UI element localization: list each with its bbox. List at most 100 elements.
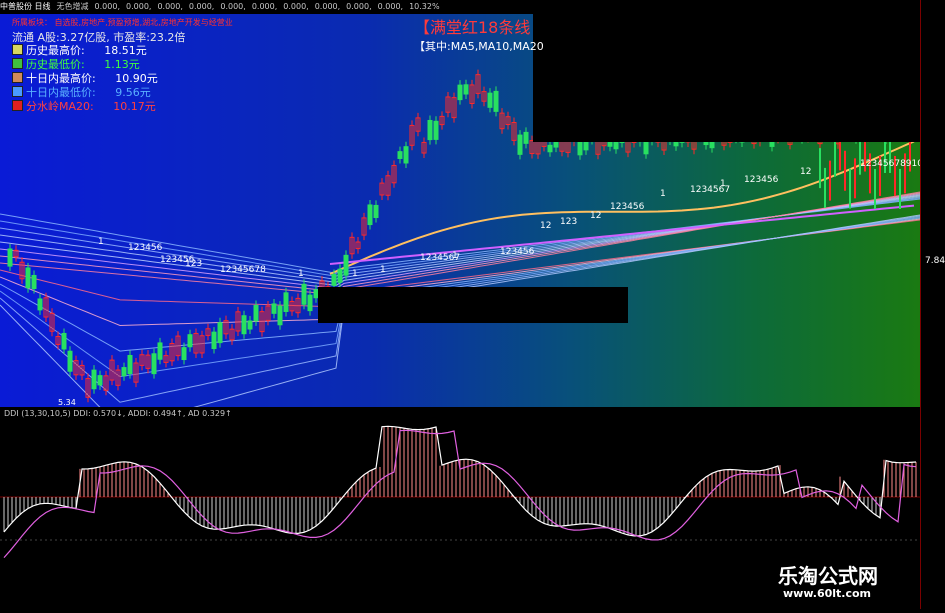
- legend-row: 十日内最高价: 10.90元: [12, 72, 158, 86]
- top-bar-item: 0.000,: [126, 2, 152, 11]
- top-bar-item: 中普股份 日线: [0, 2, 51, 11]
- price-legend: 历史最高价: 18.51元 历史最低价: 1.13元 十日内最高价: 10.90元十…: [12, 44, 158, 114]
- candle-body: [337, 268, 343, 283]
- legend-value: 18.51元: [100, 44, 147, 57]
- top-bar-item: 0.000,: [94, 2, 120, 11]
- candle-body: [427, 119, 433, 141]
- ma-purple-line: [329, 204, 915, 265]
- ma-count-label: 12: [540, 221, 551, 231]
- legend-swatch: [12, 58, 23, 69]
- candle-body: [211, 331, 217, 350]
- top-bar-item: 0.000,: [188, 2, 215, 11]
- candle-body: [517, 134, 523, 155]
- candle-body: [151, 353, 157, 375]
- candle-body: [181, 347, 187, 361]
- ma-count-label: 1: [452, 251, 458, 261]
- legend-value: 10.90元: [111, 72, 158, 85]
- candle-body: [61, 332, 67, 350]
- top-bar-item: 0.000,: [157, 2, 183, 11]
- ma-count-label: 123456: [500, 247, 535, 257]
- legend-value: 10.17元: [109, 100, 156, 113]
- legend-row: 历史最低价: 1.13元: [12, 58, 158, 72]
- candle-body: [343, 254, 349, 276]
- candle-body: [7, 248, 13, 267]
- ma-line: [0, 194, 920, 287]
- candle-body: [283, 292, 289, 312]
- ma-count-label: 123456: [128, 243, 163, 253]
- candle-body: [91, 369, 97, 390]
- candle-body: [121, 367, 127, 377]
- candle-body: [493, 90, 499, 112]
- current-price-tag: 7.84: [925, 256, 945, 266]
- candle-body: [307, 294, 313, 312]
- ma-count-label: 1: [298, 269, 304, 279]
- ma-count-label: 123: [560, 217, 577, 227]
- watermark-url: www.60lt.com: [783, 587, 872, 600]
- sector-info: 所属板块： 自选股,房地产,预盈预增,湖北,房地产开发与经营业: [12, 18, 233, 27]
- ma-count-label: 1: [380, 265, 386, 275]
- ma-count-label: 12345678910: [860, 159, 920, 169]
- candle-body: [547, 144, 553, 153]
- top-bar-item: 0.000,: [220, 2, 246, 11]
- candle-body: [463, 84, 469, 95]
- ma-count-label: 12345678: [220, 265, 266, 275]
- candle-body: [67, 350, 73, 372]
- candle-body: [277, 305, 283, 326]
- legend-label: 历史最低价:: [26, 58, 85, 71]
- top-bar-item: 0.000,: [283, 2, 309, 11]
- candle-body: [217, 322, 223, 344]
- top-bar-item: 0.000,: [346, 2, 372, 11]
- legend-label: 十日内最高价:: [26, 72, 96, 85]
- top-bar-item: 0.000,: [251, 2, 278, 11]
- ma-count-label: 1: [352, 269, 358, 279]
- ma-count-label: 12: [800, 167, 811, 177]
- legend-row: 分水岭MA20: 10.17元: [12, 100, 158, 114]
- legend-swatch: [12, 44, 23, 55]
- ma-count-label: 123: [185, 259, 202, 269]
- candle-body: [373, 204, 379, 219]
- ma-count-label: 1: [98, 237, 104, 247]
- candle-body: [241, 315, 247, 335]
- candle-body: [331, 274, 337, 286]
- candle-body: [37, 298, 43, 311]
- candle-body: [403, 146, 409, 164]
- ma-count-label: 123456: [744, 175, 779, 185]
- indicator-header: DDI (13,30,10,5) DDI: 0.570↓, ADDI: 0.49…: [4, 409, 232, 418]
- legend-row: 十日内最低价: 9.56元: [12, 86, 158, 100]
- legend-label: 十日内最低价:: [26, 86, 96, 99]
- candle-body: [301, 283, 307, 305]
- legend-label: 历史最高价:: [26, 44, 85, 57]
- candle-body: [247, 320, 253, 330]
- candle-body: [271, 303, 277, 314]
- ma-count-label: 123456: [610, 202, 645, 212]
- candle-body: [523, 131, 529, 144]
- top-bar-item: 10.32%: [409, 2, 440, 11]
- legend-swatch: [12, 100, 23, 111]
- ma-count-label: 1: [660, 189, 666, 199]
- top-bar-item: 无色增减: [56, 2, 89, 11]
- candle-body: [187, 334, 193, 348]
- legend-value: 9.56元: [111, 86, 151, 99]
- ma-banner-title: 【满堂红18条线: [414, 18, 531, 37]
- top-bar-item: 0.000,: [314, 2, 341, 11]
- legend-row: 历史最高价: 18.51元: [12, 44, 158, 58]
- low-price-label: 5.34: [58, 398, 76, 407]
- legend-swatch: [12, 72, 23, 83]
- candle-body: [127, 354, 133, 375]
- candle-body: [367, 204, 373, 226]
- candle-body: [25, 267, 31, 289]
- candle-body: [433, 120, 439, 140]
- candle-body: [97, 375, 103, 386]
- candle-body: [487, 92, 493, 108]
- ma-count-label: 12: [590, 211, 601, 221]
- legend-value: 1.13元: [100, 58, 140, 71]
- legend-swatch: [12, 86, 23, 97]
- ma-line: [0, 193, 920, 290]
- candle-body: [31, 274, 37, 289]
- candle-body: [157, 342, 163, 360]
- occluded-region: [533, 14, 920, 142]
- candle-body: [397, 151, 403, 159]
- ma-banner-subtitle: 【其中:MA5,MA10,MA20: [414, 40, 544, 53]
- candle-body: [253, 304, 259, 322]
- ma-count-label: 1: [720, 179, 726, 189]
